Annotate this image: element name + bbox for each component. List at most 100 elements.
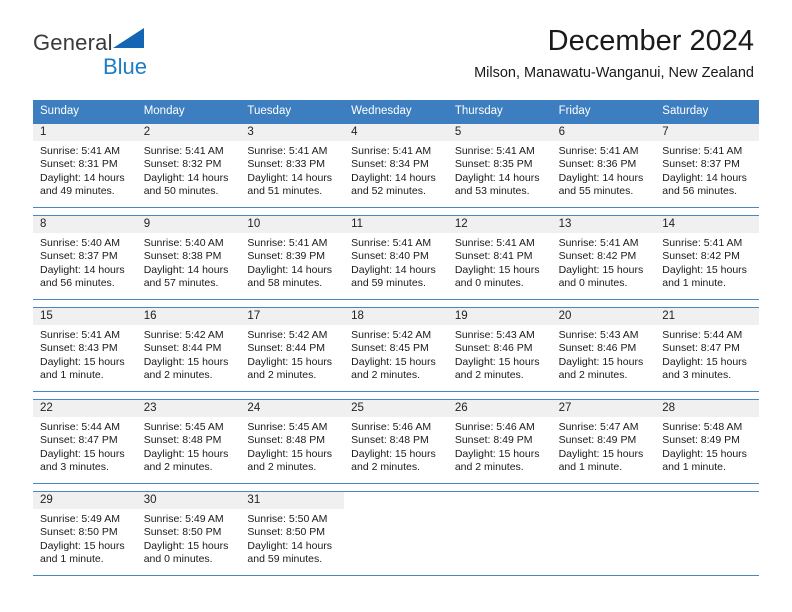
calendar-day-cell[interactable]: 1 Sunrise: 5:41 AM Sunset: 8:31 PM Daylight…	[33, 123, 137, 207]
day-details: Sunrise: 5:41 AM Sunset: 8:31 PM Daylight:…	[33, 141, 137, 203]
calendar-empty-cell	[655, 491, 759, 575]
day-detail-line: Sunrise: 5:46 AM	[351, 420, 432, 433]
day-detail-line: Sunrise: 5:42 AM	[247, 328, 328, 341]
calendar-day-cell[interactable]: 16 Sunrise: 5:42 AM Sunset: 8:44 PM Dayligh…	[136, 307, 241, 391]
calendar-day-cell[interactable]: 30 Sunrise: 5:49 AM Sunset: 8:50 PM Dayligh…	[136, 491, 241, 575]
brand-name-general: General	[33, 30, 113, 55]
day-details: Sunrise: 5:44 AM Sunset: 8:47 PM Daylight:…	[655, 325, 759, 387]
calendar-day-cell[interactable]: 17 Sunrise: 5:42 AM Sunset: 8:44 PM Dayligh…	[240, 307, 345, 391]
day-detail-line: Sunset: 8:49 PM	[454, 434, 533, 447]
day-detail-line: and 57 minutes.	[143, 277, 219, 290]
calendar-day-cell[interactable]: 25 Sunrise: 5:46 AM Sunset: 8:48 PM Dayligh…	[344, 399, 448, 483]
page-title: December 2024	[547, 25, 754, 57]
day-number-band: 18	[344, 307, 448, 325]
day-detail-line: and 2 minutes.	[143, 461, 213, 474]
day-detail-line: Daylight: 14 hours	[662, 171, 747, 184]
day-number: 8	[40, 217, 47, 230]
day-number-band: 27	[551, 399, 656, 417]
day-detail-line: Sunrise: 5:41 AM	[351, 144, 432, 157]
day-detail-line: Daylight: 15 hours	[40, 355, 125, 368]
day-details: Sunrise: 5:48 AM Sunset: 8:49 PM Daylight:…	[655, 417, 759, 479]
calendar-day-cell[interactable]: 4 Sunrise: 5:41 AM Sunset: 8:34 PM Daylight…	[344, 123, 448, 207]
page-subtitle: Milson, Manawatu-Wanganui, New Zealand	[474, 65, 754, 82]
calendar-day-cell[interactable]: 11 Sunrise: 5:41 AM Sunset: 8:40 PM Dayligh…	[344, 215, 448, 299]
day-number-band: 14	[655, 215, 759, 233]
day-detail-line: Daylight: 15 hours	[454, 447, 540, 460]
day-detail-line: Sunrise: 5:43 AM	[454, 328, 535, 341]
weekday-header-friday: Friday	[558, 105, 591, 117]
day-detail-line: Daylight: 15 hours	[247, 447, 333, 460]
day-detail-line: Daylight: 15 hours	[454, 263, 540, 276]
day-number: 21	[662, 309, 676, 322]
calendar-day-cell[interactable]: 12 Sunrise: 5:41 AM Sunset: 8:41 PM Dayligh…	[447, 215, 552, 299]
day-detail-line: Daylight: 15 hours	[351, 447, 436, 460]
day-number: 28	[662, 401, 676, 414]
day-details: Sunrise: 5:41 AM Sunset: 8:43 PM Daylight:…	[33, 325, 137, 387]
calendar-day-cell[interactable]: 8 Sunrise: 5:40 AM Sunset: 8:37 PM Daylight…	[33, 215, 137, 299]
day-detail-line: Sunrise: 5:40 AM	[40, 236, 120, 249]
calendar-day-cell[interactable]: 24 Sunrise: 5:45 AM Sunset: 8:48 PM Dayligh…	[240, 399, 345, 483]
day-number-band	[344, 491, 448, 509]
day-detail-line: Daylight: 15 hours	[662, 447, 747, 460]
calendar-day-cell[interactable]: 26 Sunrise: 5:46 AM Sunset: 8:49 PM Dayligh…	[447, 399, 552, 483]
calendar-day-cell[interactable]: 9 Sunrise: 5:40 AM Sunset: 8:38 PM Daylight…	[136, 215, 241, 299]
day-detail-line: Sunset: 8:47 PM	[662, 342, 740, 355]
day-detail-line: Sunset: 8:42 PM	[558, 250, 637, 263]
calendar-day-cell[interactable]: 18 Sunrise: 5:42 AM Sunset: 8:45 PM Dayligh…	[344, 307, 448, 391]
day-detail-line: Sunset: 8:50 PM	[143, 526, 222, 539]
calendar-day-cell[interactable]: 20 Sunrise: 5:43 AM Sunset: 8:46 PM Dayligh…	[551, 307, 656, 391]
day-detail-line: Sunset: 8:32 PM	[143, 158, 222, 171]
day-detail-line: Sunrise: 5:48 AM	[662, 420, 743, 433]
day-number-band	[447, 491, 552, 509]
weekday-header-row: Sunday Monday Tuesday Wednesday Thursday Frid…	[33, 100, 759, 124]
calendar-day-cell[interactable]: 28 Sunrise: 5:48 AM Sunset: 8:49 PM Dayligh…	[655, 399, 759, 483]
calendar-day-cell[interactable]: 15 Sunrise: 5:41 AM Sunset: 8:43 PM Dayligh…	[33, 307, 137, 391]
day-detail-line: Sunset: 8:48 PM	[143, 434, 222, 447]
calendar-day-cell[interactable]: 2 Sunrise: 5:41 AM Sunset: 8:32 PM Daylight…	[136, 123, 241, 207]
day-detail-line: and 49 minutes.	[40, 185, 115, 198]
calendar-day-cell[interactable]: 31 Sunrise: 5:50 AM Sunset: 8:50 PM Dayligh…	[240, 491, 345, 575]
calendar-day-cell[interactable]: 7 Sunrise: 5:41 AM Sunset: 8:37 PM Daylight…	[655, 123, 759, 207]
day-number: 4	[351, 125, 358, 138]
calendar-empty-cell	[447, 491, 552, 575]
brand-logo[interactable]: General Blue	[33, 26, 149, 78]
calendar-day-cell[interactable]: 3 Sunrise: 5:41 AM Sunset: 8:33 PM Daylight…	[240, 123, 345, 207]
day-detail-line: and 0 minutes.	[143, 553, 213, 566]
day-number: 22	[40, 401, 53, 414]
calendar-day-cell[interactable]: 22 Sunrise: 5:44 AM Sunset: 8:47 PM Dayligh…	[33, 399, 137, 483]
day-number: 16	[143, 309, 157, 322]
calendar-day-cell[interactable]: 23 Sunrise: 5:45 AM Sunset: 8:48 PM Dayligh…	[136, 399, 241, 483]
day-details: Sunrise: 5:46 AM Sunset: 8:48 PM Daylight:…	[344, 417, 448, 479]
day-number: 1	[40, 125, 47, 138]
day-detail-line: Sunrise: 5:41 AM	[247, 144, 328, 157]
calendar-day-cell[interactable]: 6 Sunrise: 5:41 AM Sunset: 8:36 PM Daylight…	[551, 123, 656, 207]
day-detail-line: and 2 minutes.	[351, 461, 421, 474]
day-details: Sunrise: 5:46 AM Sunset: 8:49 PM Daylight:…	[448, 417, 552, 479]
calendar-day-cell[interactable]: 27 Sunrise: 5:47 AM Sunset: 8:49 PM Dayligh…	[551, 399, 656, 483]
day-details: Sunrise: 5:40 AM Sunset: 8:38 PM Daylight:…	[137, 233, 241, 295]
calendar-day-cell[interactable]: 19 Sunrise: 5:43 AM Sunset: 8:46 PM Dayligh…	[447, 307, 552, 391]
day-number: 15	[40, 309, 53, 322]
day-detail-line: and 2 minutes.	[247, 461, 317, 474]
day-detail-line: Sunset: 8:42 PM	[662, 250, 740, 263]
day-detail-line: Daylight: 14 hours	[247, 539, 333, 552]
day-details: Sunrise: 5:41 AM Sunset: 8:36 PM Daylight:…	[552, 141, 656, 203]
calendar-day-cell[interactable]: 5 Sunrise: 5:41 AM Sunset: 8:35 PM Daylight…	[447, 123, 552, 207]
day-number: 11	[351, 217, 364, 230]
day-details	[448, 509, 552, 517]
calendar-day-cell[interactable]: 29 Sunrise: 5:49 AM Sunset: 8:50 PM Dayligh…	[33, 491, 137, 575]
calendar-day-cell[interactable]: 10 Sunrise: 5:41 AM Sunset: 8:39 PM Dayligh…	[240, 215, 345, 299]
day-number-band: 15	[33, 307, 137, 325]
day-detail-line: Sunset: 8:43 PM	[40, 342, 118, 355]
calendar-day-cell[interactable]: 14 Sunrise: 5:41 AM Sunset: 8:42 PM Dayligh…	[655, 215, 759, 299]
day-details: Sunrise: 5:42 AM Sunset: 8:45 PM Daylight:…	[344, 325, 448, 387]
day-number: 13	[558, 217, 572, 230]
day-detail-line: and 52 minutes.	[351, 185, 426, 198]
weekday-header-monday: Monday	[143, 105, 185, 117]
day-number: 30	[143, 493, 157, 506]
day-detail-line: Sunset: 8:37 PM	[40, 250, 118, 263]
day-number-band: 19	[447, 307, 552, 325]
calendar-day-cell[interactable]: 21 Sunrise: 5:44 AM Sunset: 8:47 PM Dayligh…	[655, 307, 759, 391]
calendar-day-cell[interactable]: 13 Sunrise: 5:41 AM Sunset: 8:42 PM Dayligh…	[551, 215, 656, 299]
day-number: 17	[247, 309, 261, 322]
